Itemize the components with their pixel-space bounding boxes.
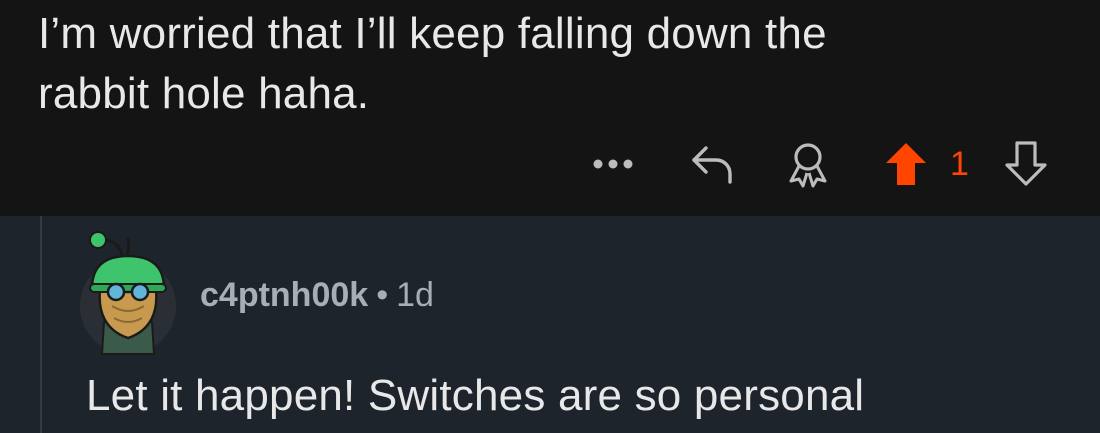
more-icon: [593, 159, 633, 169]
more-options-button[interactable]: [585, 138, 641, 190]
meta-separator: •: [376, 276, 389, 314]
reply-comment: c4ptnh00k • 1d Let it happen! Switches are…: [0, 216, 1100, 433]
upvote-button[interactable]: [878, 138, 934, 190]
parent-comment-body: I’m worried that I’ll keep falling down …: [38, 4, 1038, 124]
user-avatar[interactable]: [78, 230, 178, 356]
reply-comment-body: Let it happen! Switches are so personal: [86, 371, 865, 420]
thread-line[interactable]: [40, 216, 42, 433]
snoo-avatar-icon: [80, 231, 176, 355]
reply-button[interactable]: [680, 138, 744, 190]
username-link[interactable]: c4ptnh00k: [200, 276, 368, 314]
upvote-icon: [886, 143, 926, 185]
downvote-icon: [1005, 141, 1047, 186]
reply-meta: c4ptnh00k • 1d: [200, 270, 434, 320]
award-icon: [789, 143, 827, 188]
vote-count: 1: [950, 145, 969, 183]
parent-comment-line-2: rabbit hole haha.: [38, 69, 370, 118]
comment-age: 1d: [396, 276, 434, 314]
comment-action-bar: 1: [0, 138, 1100, 190]
parent-comment: I’m worried that I’ll keep falling down …: [0, 0, 1100, 216]
parent-comment-line-1: I’m worried that I’ll keep falling down …: [38, 9, 827, 58]
downvote-button[interactable]: [996, 138, 1056, 190]
reply-icon: [692, 146, 732, 184]
award-button[interactable]: [776, 138, 840, 190]
